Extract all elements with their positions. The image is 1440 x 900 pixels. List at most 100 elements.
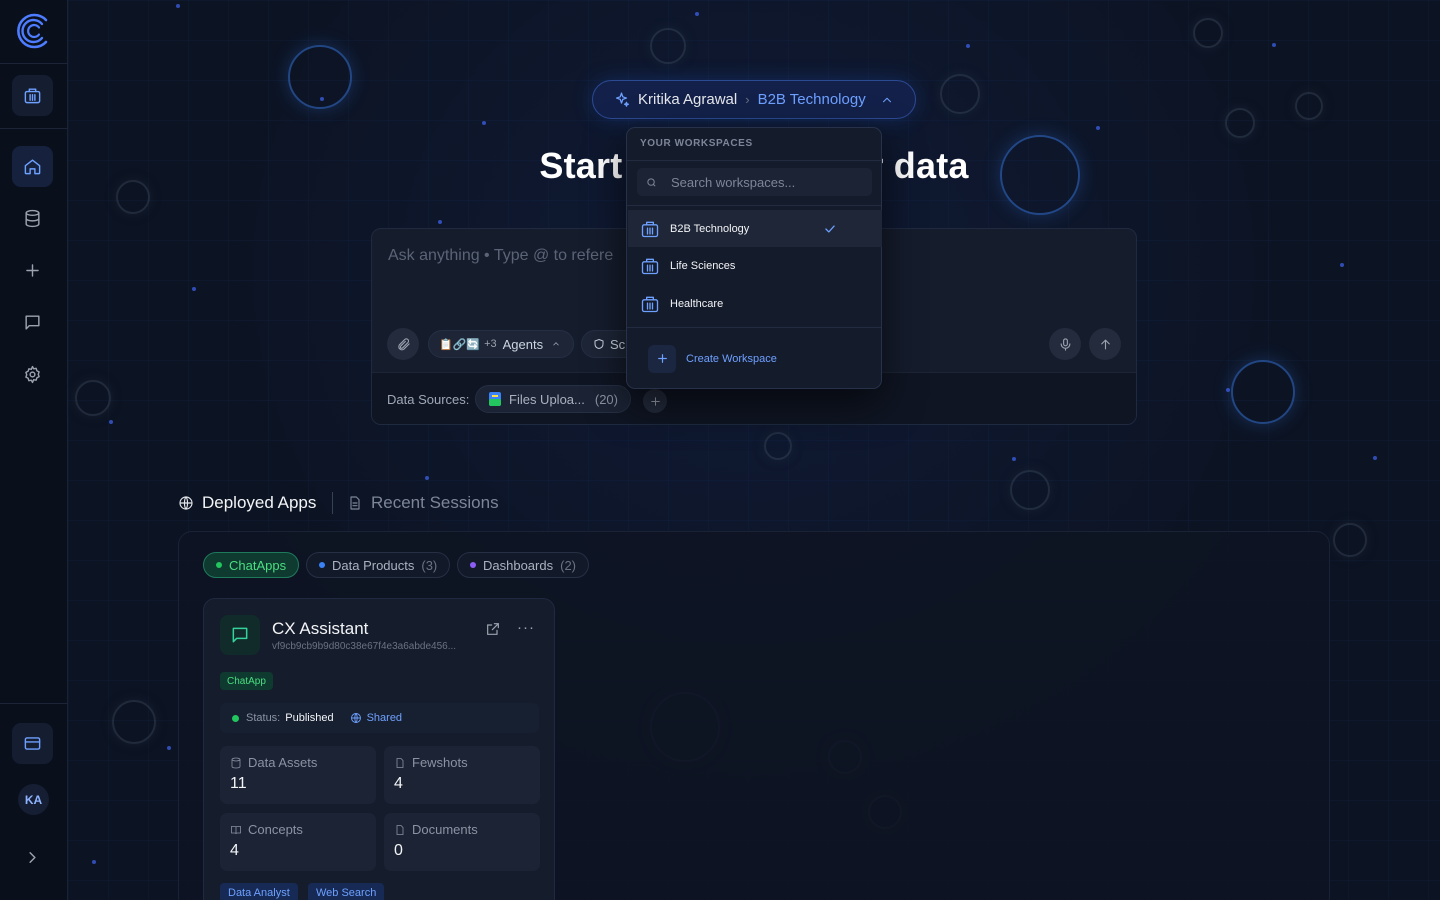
plus-icon [650,396,660,406]
nav-data[interactable] [12,198,53,239]
workspace-option-life-sciences[interactable]: Life Sciences [628,247,882,284]
deployed-apps-panel: ChatApps Data Products (3) Dashboards (2… [178,531,1330,900]
workspace-switcher-button[interactable] [12,75,53,116]
filter-count: (2) [560,557,576,573]
stat-fewshots: Fewshots 4 [384,746,540,804]
nav-chat[interactable] [12,302,53,343]
agents-label: Agents [502,336,544,352]
filter-label: ChatApps [229,557,287,573]
tab-label: Recent Sessions [371,493,499,512]
add-data-source-button[interactable] [643,389,667,413]
workspace-selector[interactable]: Kritika Agrawal › B2B Technology [592,80,916,119]
gear-icon [25,365,40,384]
microphone-icon [1060,337,1070,351]
status-badge: Published [285,712,334,724]
stat-value: 4 [394,775,403,792]
company-logo-icon[interactable] [13,11,53,51]
sidebar-divider [0,63,68,64]
voice-input-button[interactable] [1049,328,1081,360]
workspace-option-b2b-technology[interactable]: B2B Technology [628,210,882,247]
divider [627,205,881,206]
page-title-end: r data [869,145,969,186]
filter-dot [216,562,222,568]
search-icon [647,177,656,187]
chevron-up-icon [882,97,891,102]
tab-recent-sessions[interactable]: Recent Sessions [347,492,499,514]
filter-count: (3) [421,557,438,573]
stat-label: Concepts [248,822,303,837]
document-icon [396,824,404,835]
workspace-option-healthcare[interactable]: Healthcare [628,285,882,322]
avatar[interactable]: KA [18,784,49,815]
divider [627,327,881,328]
stat-concepts: Concepts 4 [220,813,376,871]
divider [627,160,881,161]
filter-chatapps[interactable]: ChatApps [203,552,300,578]
filter-label: Dashboards [483,557,554,573]
workspace-option-label: B2B Technology [670,222,750,235]
database-icon [231,757,241,768]
shared-label: Shared [366,712,403,724]
filter-data-products[interactable]: Data Products (3) [306,552,451,578]
data-source-chip[interactable]: Files Uploa... (20) [475,385,631,413]
sidebar-divider [0,128,68,129]
scope-label: Sc [610,336,626,352]
building-icon [641,296,659,312]
app-icon-tile [220,615,260,655]
building-icon [24,88,41,104]
workspace-option-label: Life Sciences [670,259,736,272]
app-id: vf9cb9cb9b9d80c38e67f4e3a6abde456... [272,641,457,652]
more-options-icon[interactable]: ··· [517,619,535,636]
building-icon [641,258,659,274]
app-card[interactable]: CX Assistant vf9cb9cb9b9d80c38e67f4e3a6a… [203,598,555,900]
database-icon [25,209,40,228]
current-workspace-name: B2B Technology [757,91,866,108]
stat-label: Data Assets [248,755,318,770]
workspace-dropdown: YOUR WORKSPACES B2B Technology Life Scie… [626,127,882,389]
filter-dot [319,562,325,568]
stat-value: 4 [230,842,239,859]
agent-icons: 📋🔗🔄 [439,338,481,351]
user-name: Kritika Agrawal [638,91,738,108]
book-icon [231,825,241,834]
create-workspace-button[interactable]: Create Workspace [628,340,882,377]
status-dot [232,714,239,722]
sidebar: KA [0,0,68,900]
building-icon [641,221,659,237]
shield-icon [594,338,604,350]
workspace-search-input[interactable] [671,174,861,190]
agents-selector[interactable]: 📋🔗🔄 +3 Agents [428,330,574,358]
app-type-badge: ChatApp [220,672,273,690]
globe-icon [179,496,193,510]
paperclip-icon [397,337,410,350]
stat-value: 0 [394,842,403,859]
filter-label: Data Products [332,557,415,573]
tab-deployed-apps[interactable]: Deployed Apps [178,492,316,514]
external-link-icon[interactable] [485,621,501,637]
sidebar-divider [0,703,68,704]
billing-button[interactable] [12,723,53,764]
sparkle-icon [615,92,630,107]
nav-settings[interactable] [12,354,53,395]
data-sources-label: Data Sources: [387,392,470,407]
send-button[interactable] [1089,328,1121,360]
stat-documents: Documents 0 [384,813,540,871]
credit-card-icon [24,737,41,750]
document-icon [396,757,404,768]
agent-tag: Web Search [308,883,385,900]
expand-sidebar-button[interactable] [12,837,53,878]
filter-dashboards[interactable]: Dashboards (2) [457,552,589,578]
message-icon [232,627,248,643]
filter-dot [470,562,476,568]
page-title-start: Start [539,145,623,186]
arrow-up-icon [1100,339,1110,349]
plus-icon [648,344,676,373]
nav-create[interactable] [12,250,53,291]
globe-icon [350,713,361,723]
stat-label: Fewshots [412,755,468,770]
check-icon [825,224,835,233]
dropdown-heading: YOUR WORKSPACES [640,138,753,149]
plus-icon [26,264,39,277]
message-icon [25,315,40,330]
attach-button[interactable] [387,328,419,360]
